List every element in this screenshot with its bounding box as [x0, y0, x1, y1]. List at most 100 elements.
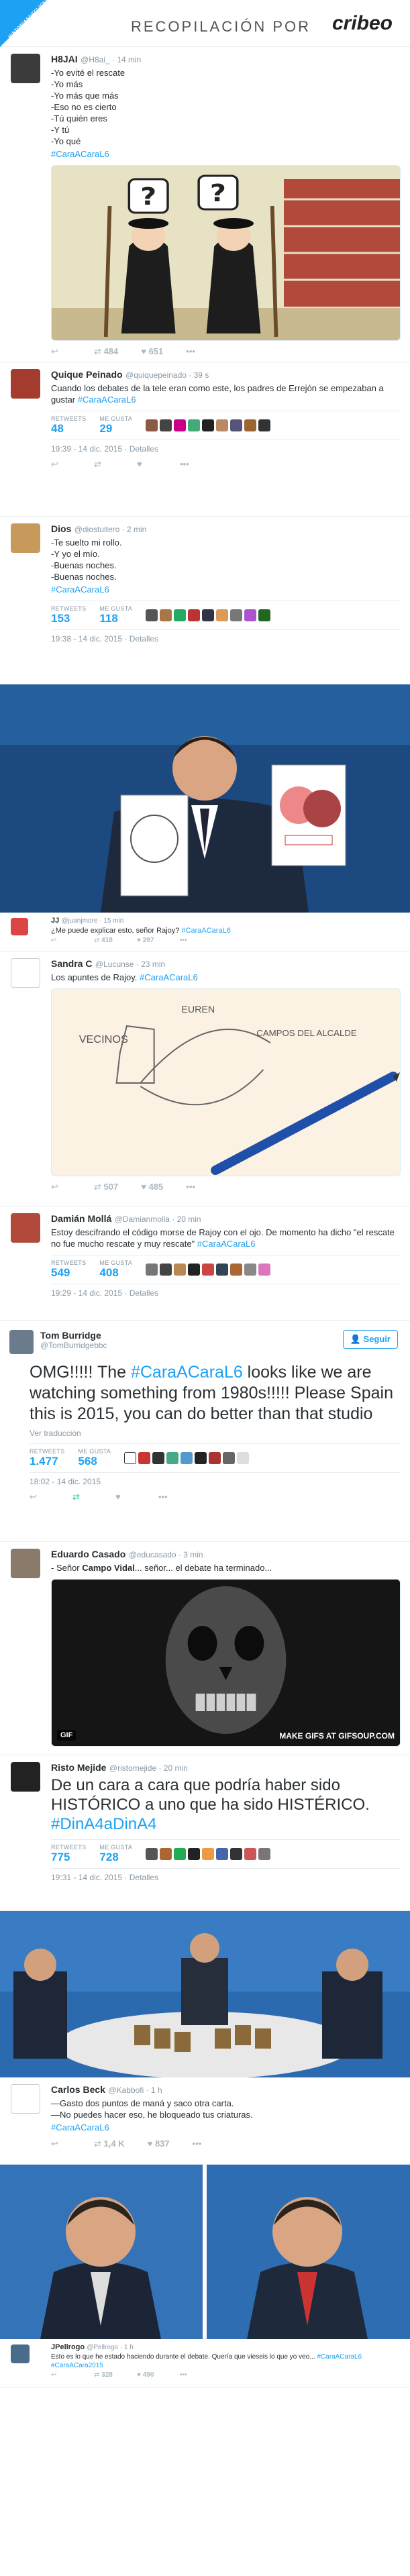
hashtag-link[interactable]: #CaraACaraL6: [78, 395, 136, 405]
like-button[interactable]: ♥ 297: [137, 937, 157, 944]
tweet-sandra: Sandra C @Lucunse · 23 min Los apuntes d…: [0, 951, 410, 1206]
user-handle[interactable]: @Lucunse · 23 min: [95, 960, 165, 969]
user-name[interactable]: H8JAI: [51, 54, 78, 64]
user-name[interactable]: Carlos Beck: [51, 2084, 105, 2095]
reply-icon[interactable]: ↩: [51, 346, 71, 357]
avatar[interactable]: [11, 523, 40, 553]
user-name[interactable]: JPellrogo: [51, 2343, 85, 2351]
liker-avatars[interactable]: [146, 419, 271, 431]
hashtag-link[interactable]: #CaraACaraL6: [51, 148, 401, 160]
reply-icon[interactable]: ↩: [51, 459, 71, 470]
avatar[interactable]: [11, 918, 28, 935]
liker-avatars[interactable]: [124, 1452, 250, 1464]
retweet-button[interactable]: ⇄ 328: [94, 2371, 114, 2379]
reply-icon[interactable]: ↩: [51, 2139, 71, 2149]
hashtag-link[interactable]: #CaraACaraL6: [197, 1239, 256, 1249]
user-handle[interactable]: @Damianmolla · 20 min: [115, 1215, 201, 1224]
more-icon[interactable]: •••: [186, 346, 206, 357]
user-name[interactable]: Quique Peinado: [51, 369, 123, 380]
photo-notebook[interactable]: [0, 684, 410, 913]
user-handle[interactable]: @H8ai_ · 14 min: [81, 55, 141, 64]
reply-icon[interactable]: ↩: [51, 2371, 71, 2379]
user-handle[interactable]: @Kabbofi · 1 h: [108, 2085, 162, 2095]
tweet-date[interactable]: 19:39 - 14 dic. 2015 · Detalles: [51, 444, 401, 454]
likes-stat[interactable]: ME GUSTA 118: [99, 605, 132, 625]
user-handle[interactable]: @quiquepeinado · 39 s: [125, 370, 209, 380]
reply-icon[interactable]: ↩: [51, 937, 71, 944]
like-button[interactable]: ♥ 837: [148, 2139, 170, 2149]
tweet-date[interactable]: 19:29 - 14 dic. 2015 · Detalles: [51, 1288, 401, 1298]
likes-stat[interactable]: ME GUSTA 29: [99, 415, 132, 435]
reply-icon[interactable]: ↩: [51, 1182, 71, 1192]
photo-debate-table[interactable]: [0, 1911, 410, 2079]
user-handle[interactable]: @ristomejide · 20 min: [109, 1763, 188, 1773]
more-icon[interactable]: •••: [180, 459, 200, 470]
avatar[interactable]: [11, 1762, 40, 1792]
tweet-date[interactable]: 19:38 - 14 dic. 2015 · Detalles: [51, 634, 401, 643]
retweet-button[interactable]: ⇄ 507: [94, 1182, 118, 1192]
like-button[interactable]: ♥ 651: [141, 346, 163, 357]
hashtag-link[interactable]: #CaraACaraL6: [181, 927, 230, 935]
retweet-button[interactable]: ⇄ 1,4 K: [94, 2139, 125, 2149]
tweet-stats: RETWEETS 48 ME GUSTA 29: [51, 411, 401, 440]
more-icon[interactable]: •••: [180, 2371, 200, 2379]
avatar[interactable]: [11, 54, 40, 83]
retweets-stat[interactable]: RETWEETS 775: [51, 1844, 86, 1864]
liker-avatars[interactable]: [146, 609, 271, 621]
hashtag-link[interactable]: #CaraACaraL6: [140, 972, 198, 982]
user-name[interactable]: Damián Mollá: [51, 1213, 111, 1224]
avatar[interactable]: [11, 2084, 40, 2114]
retweets-stat[interactable]: RETWEETS 549: [51, 1259, 86, 1280]
photo-pair[interactable]: [0, 2165, 410, 2339]
avatar[interactable]: [11, 369, 40, 399]
like-icon[interactable]: ♥: [115, 1492, 136, 1502]
liker-avatars[interactable]: [146, 1264, 271, 1276]
retweets-stat[interactable]: RETWEETS 153: [51, 605, 86, 625]
more-icon[interactable]: •••: [193, 2139, 213, 2149]
more-icon[interactable]: •••: [158, 1492, 178, 1502]
hashtag-link[interactable]: #CaraACaraL6: [131, 1363, 243, 1382]
hashtag-link[interactable]: #CaraACaraL6: [51, 2122, 401, 2133]
cartoon-illustration: ? ?: [52, 166, 400, 340]
user-name[interactable]: Risto Mejide: [51, 1762, 106, 1773]
translate-link[interactable]: Ver traducción: [30, 1429, 401, 1438]
user-handle[interactable]: @educasado · 3 min: [129, 1550, 203, 1559]
tweet-gif[interactable]: GIF MAKE GIFS AT GIFSOUP.COM: [51, 1579, 401, 1747]
retweet-icon[interactable]: ⇄: [72, 1492, 93, 1502]
hashtag-link[interactable]: #CaraACaraL6: [51, 584, 401, 595]
hashtag-link[interactable]: #DinA4aDinA4: [51, 1815, 156, 1833]
user-name[interactable]: Eduardo Casado: [51, 1549, 125, 1559]
user-handle[interactable]: @diostuitero · 2 min: [74, 525, 147, 534]
tweet-date[interactable]: 19:31 - 14 dic. 2015 · Detalles: [51, 1873, 401, 1882]
retweet-button[interactable]: ⇄ 484: [94, 346, 118, 357]
likes-stat[interactable]: ME GUSTA 568: [78, 1448, 111, 1468]
tweet-actions: ↩ ⇄ 484 ♥ 651 •••: [51, 346, 401, 357]
retweets-stat[interactable]: RETWEETS 48: [51, 415, 86, 435]
liker-avatars[interactable]: [146, 1848, 271, 1860]
tweet-date[interactable]: 18:02 - 14 dic. 2015: [30, 1477, 401, 1486]
user-name[interactable]: JJ: [51, 917, 59, 925]
reply-icon[interactable]: ↩: [30, 1492, 50, 1502]
retweet-button[interactable]: ⇄ 418: [94, 937, 114, 944]
avatar[interactable]: [11, 1549, 40, 1578]
avatar[interactable]: [11, 2345, 30, 2363]
avatar[interactable]: [11, 1213, 40, 1243]
like-icon[interactable]: ♥: [137, 459, 157, 470]
user-name[interactable]: Sandra C: [51, 958, 92, 969]
user-name[interactable]: Dios: [51, 523, 71, 534]
more-icon[interactable]: •••: [186, 1182, 206, 1192]
avatar[interactable]: [9, 1330, 34, 1354]
like-button[interactable]: ♥ 485: [141, 1182, 163, 1192]
user-handle[interactable]: @Pellrogo · 1 h: [87, 2344, 134, 2351]
more-icon[interactable]: •••: [180, 937, 200, 944]
like-button[interactable]: ♥ 490: [137, 2371, 157, 2379]
avatar[interactable]: [11, 958, 40, 988]
tweet-image-cartoon[interactable]: ? ?: [51, 165, 401, 341]
user-handle[interactable]: @juanjmore · 15 min: [61, 917, 123, 925]
retweets-stat[interactable]: RETWEETS 1.477: [30, 1448, 64, 1468]
retweet-icon[interactable]: ⇄: [94, 459, 114, 470]
follow-button[interactable]: 👤 Seguir: [342, 1330, 398, 1349]
tweet-image-notes[interactable]: EUREN VECINOS CAMPOS DEL ALCALDE: [51, 988, 401, 1176]
likes-stat[interactable]: ME GUSTA 728: [99, 1844, 132, 1864]
likes-stat[interactable]: ME GUSTA 408: [99, 1259, 132, 1280]
